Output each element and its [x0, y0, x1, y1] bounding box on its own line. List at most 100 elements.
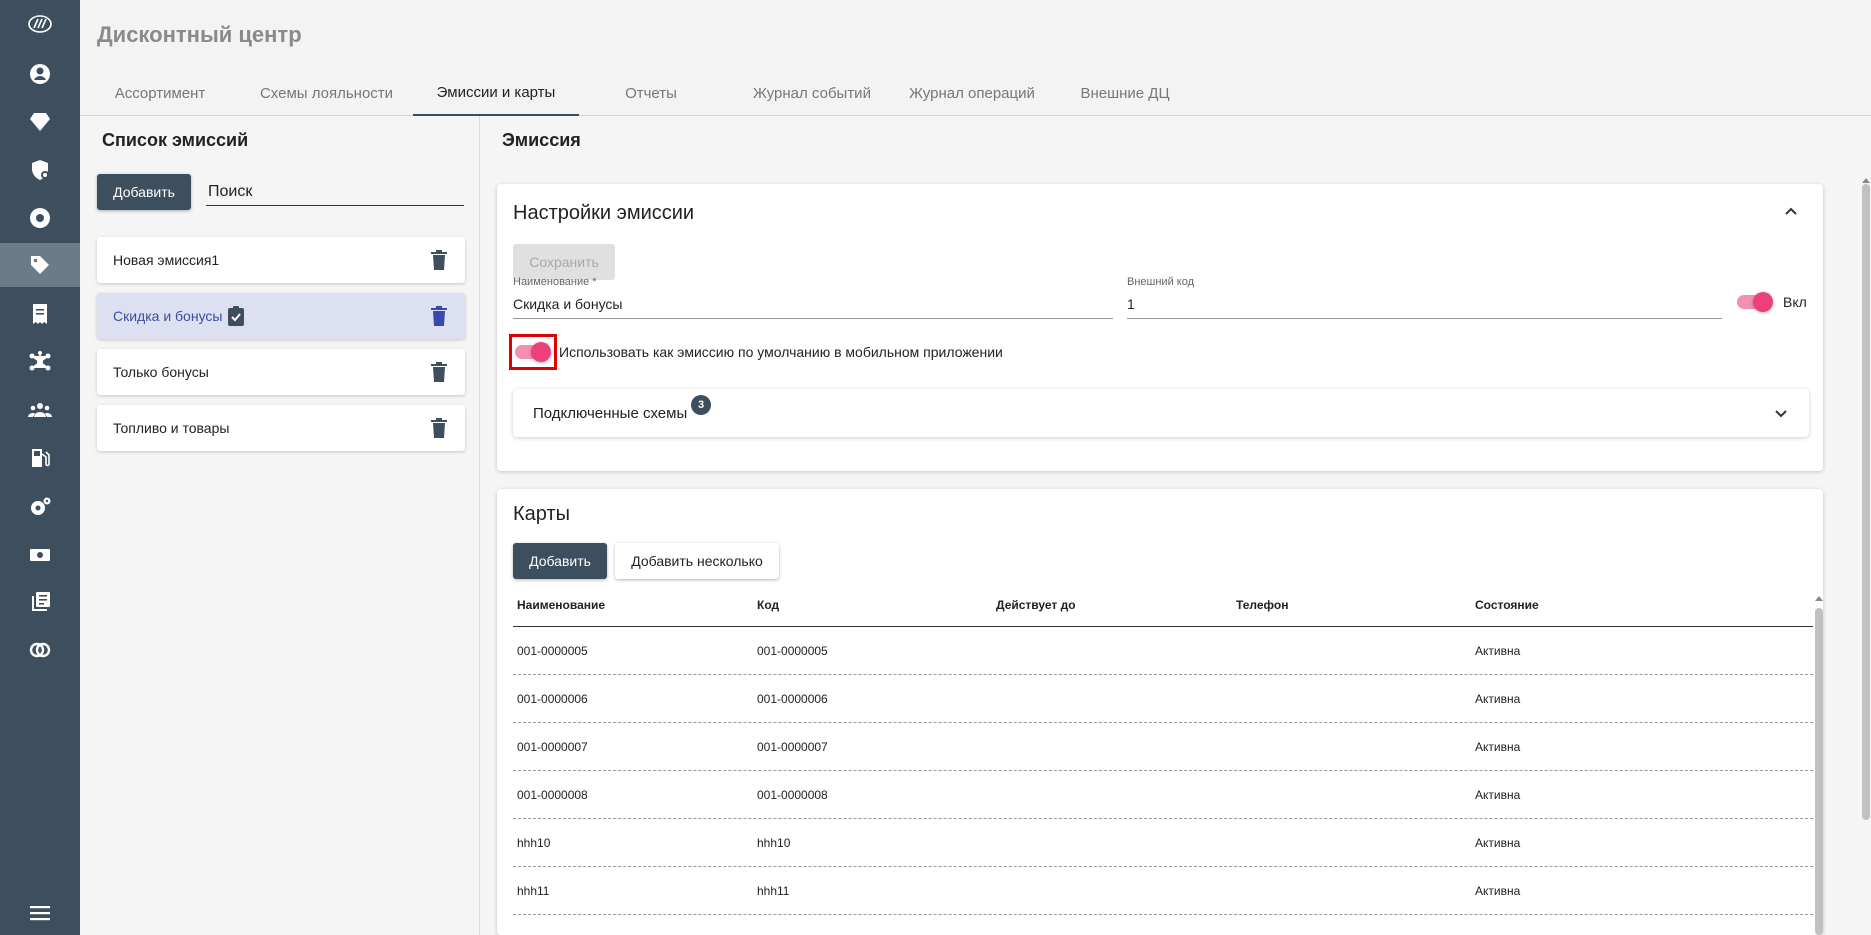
table-header: Наименование Код Действует до Телефон Со…: [513, 585, 1813, 627]
nav-rail: [0, 0, 80, 935]
fuel-station-icon[interactable]: [0, 436, 80, 480]
cell-name: 001-0000008: [517, 787, 588, 802]
cell-code: hhh11: [757, 883, 790, 898]
active-toggle[interactable]: [1737, 292, 1773, 312]
tab-loyalty-schemes[interactable]: Схемы лояльности: [240, 70, 413, 116]
cell-code: 001-0000007: [757, 739, 828, 754]
ext-code-input[interactable]: [1127, 292, 1722, 319]
chevron-up-icon[interactable]: [1783, 204, 1799, 220]
list-item-label: Скидка и бонусы: [113, 308, 223, 324]
emission-title: Эмиссия: [502, 130, 581, 150]
default-emission-row: Использовать как эмиссию по умолчанию в …: [509, 334, 1003, 370]
cell-name: hhh10: [517, 835, 551, 850]
emission-list-title: Список эмиссий: [102, 130, 249, 150]
tab-bar: Ассортимент Схемы лояльности Эмиссии и к…: [80, 70, 1207, 116]
cell-name: 001-0000007: [517, 739, 588, 754]
add-card-button[interactable]: Добавить: [513, 543, 607, 579]
table-row[interactable]: hhh10 hhh10 Активна: [513, 819, 1813, 867]
list-item-label: Новая эмиссия1: [113, 252, 220, 268]
active-toggle-group: Вкл: [1737, 292, 1807, 312]
highlight-box: [509, 334, 557, 370]
settings-title: Настройки эмиссии: [513, 202, 695, 224]
cards-table: Наименование Код Действует до Телефон Со…: [513, 585, 1813, 915]
emission-list: Новая эмиссия1 Скидка и бонусы Только бо…: [97, 237, 465, 461]
cell-code: 001-0000006: [757, 691, 828, 706]
emission-detail: Эмиссия Настройки эмиссии Сохранить Наим…: [480, 116, 1871, 935]
table-row[interactable]: hhh11 hhh11 Активна: [513, 867, 1813, 915]
cell-code: hhh10: [757, 835, 791, 850]
tab-event-log[interactable]: Журнал событий: [723, 70, 901, 116]
logo-icon[interactable]: [0, 2, 80, 46]
network-icon[interactable]: [0, 340, 80, 384]
search-input[interactable]: [206, 178, 464, 206]
trash-icon[interactable]: [431, 362, 447, 382]
ext-code-label: Внешний код: [1127, 276, 1195, 288]
main-scroll-up-arrow[interactable]: [1862, 178, 1870, 183]
cell-name: 001-0000005: [517, 643, 588, 658]
trash-icon[interactable]: [431, 250, 447, 270]
col-name[interactable]: Наименование: [513, 599, 753, 611]
shield-settings-icon[interactable]: [0, 148, 80, 192]
table-row[interactable]: 001-0000008 001-0000008 Активна: [513, 771, 1813, 819]
people-icon[interactable]: [0, 388, 80, 432]
active-label: Вкл: [1783, 294, 1807, 310]
list-item[interactable]: Скидка и бонусы: [97, 293, 465, 339]
emission-settings-card: Настройки эмиссии Сохранить Наименование…: [497, 184, 1823, 471]
emission-list-panel: Список эмиссий Добавить Новая эмиссия1 С…: [80, 116, 480, 935]
tab-reports[interactable]: Отчеты: [579, 70, 723, 116]
receipt-icon[interactable]: [0, 292, 80, 336]
save-button[interactable]: Сохранить: [513, 244, 615, 280]
cell-name: hhh11: [517, 883, 550, 898]
tab-operation-log[interactable]: Журнал операций: [901, 70, 1043, 116]
lifebuoy-icon[interactable]: [0, 196, 80, 240]
cell-status: Активна: [1475, 739, 1521, 754]
tab-external-dc[interactable]: Внешние ДЦ: [1043, 70, 1207, 116]
table-row[interactable]: 001-0000007 001-0000007 Активна: [513, 723, 1813, 771]
col-status[interactable]: Состояние: [1471, 599, 1811, 611]
list-item[interactable]: Только бонусы: [97, 349, 465, 395]
table-scroll-up-arrow[interactable]: [1815, 596, 1823, 601]
diamond-icon[interactable]: [0, 100, 80, 144]
table-row[interactable]: 001-0000006 001-0000006 Активна: [513, 675, 1813, 723]
tag-icon[interactable]: [0, 243, 80, 287]
name-label: Наименование *: [513, 276, 597, 288]
app-header: Дисконтный центр Ассортимент Схемы лояль…: [80, 0, 1871, 116]
clipboard-check-icon: [228, 306, 245, 326]
list-item-label: Только бонусы: [113, 364, 209, 380]
list-item[interactable]: Новая эмиссия1: [97, 237, 465, 283]
tab-emissions-cards[interactable]: Эмиссии и карты: [413, 70, 579, 116]
col-code[interactable]: Код: [753, 599, 992, 611]
cell-code: 001-0000008: [757, 787, 828, 802]
col-phone[interactable]: Телефон: [1232, 599, 1471, 611]
user-icon[interactable]: [0, 52, 80, 96]
name-input[interactable]: [513, 292, 1113, 319]
cell-name: 001-0000006: [517, 691, 588, 706]
connected-schemes-label: Подключенные схемы: [533, 405, 688, 422]
table-scrollbar[interactable]: [1815, 608, 1823, 935]
trash-icon[interactable]: [431, 418, 447, 438]
trash-icon[interactable]: [431, 306, 447, 326]
connected-schemes-panel[interactable]: Подключенные схемы 3: [513, 389, 1809, 437]
chevron-down-icon[interactable]: [1773, 405, 1789, 421]
cards-card: Карты Добавить Добавить несколько Наимен…: [497, 489, 1823, 935]
name-field: Наименование *: [513, 276, 1113, 319]
menu-icon[interactable]: [0, 891, 80, 935]
page-title: Дисконтный центр: [97, 22, 302, 47]
col-valid-to[interactable]: Действует до: [992, 599, 1102, 611]
list-book-icon[interactable]: [0, 580, 80, 624]
cell-status: Активна: [1475, 883, 1521, 898]
add-emission-button[interactable]: Добавить: [97, 174, 191, 210]
tab-assortment[interactable]: Ассортимент: [80, 70, 240, 116]
list-item[interactable]: Топливо и товары: [97, 405, 465, 451]
default-emission-toggle[interactable]: [515, 342, 551, 362]
cards-title: Карты: [513, 503, 570, 525]
table-row[interactable]: 001-0000005 001-0000005 Активна: [513, 627, 1813, 675]
cell-status: Активна: [1475, 691, 1521, 706]
gear-icon[interactable]: [0, 485, 80, 529]
cash-icon[interactable]: [0, 533, 80, 577]
list-item-label: Топливо и товары: [113, 420, 230, 436]
add-multiple-cards-button[interactable]: Добавить несколько: [615, 543, 779, 579]
main-scrollbar[interactable]: [1862, 184, 1870, 820]
rings-icon[interactable]: [0, 628, 80, 672]
default-emission-label: Использовать как эмиссию по умолчанию в …: [559, 344, 1003, 360]
